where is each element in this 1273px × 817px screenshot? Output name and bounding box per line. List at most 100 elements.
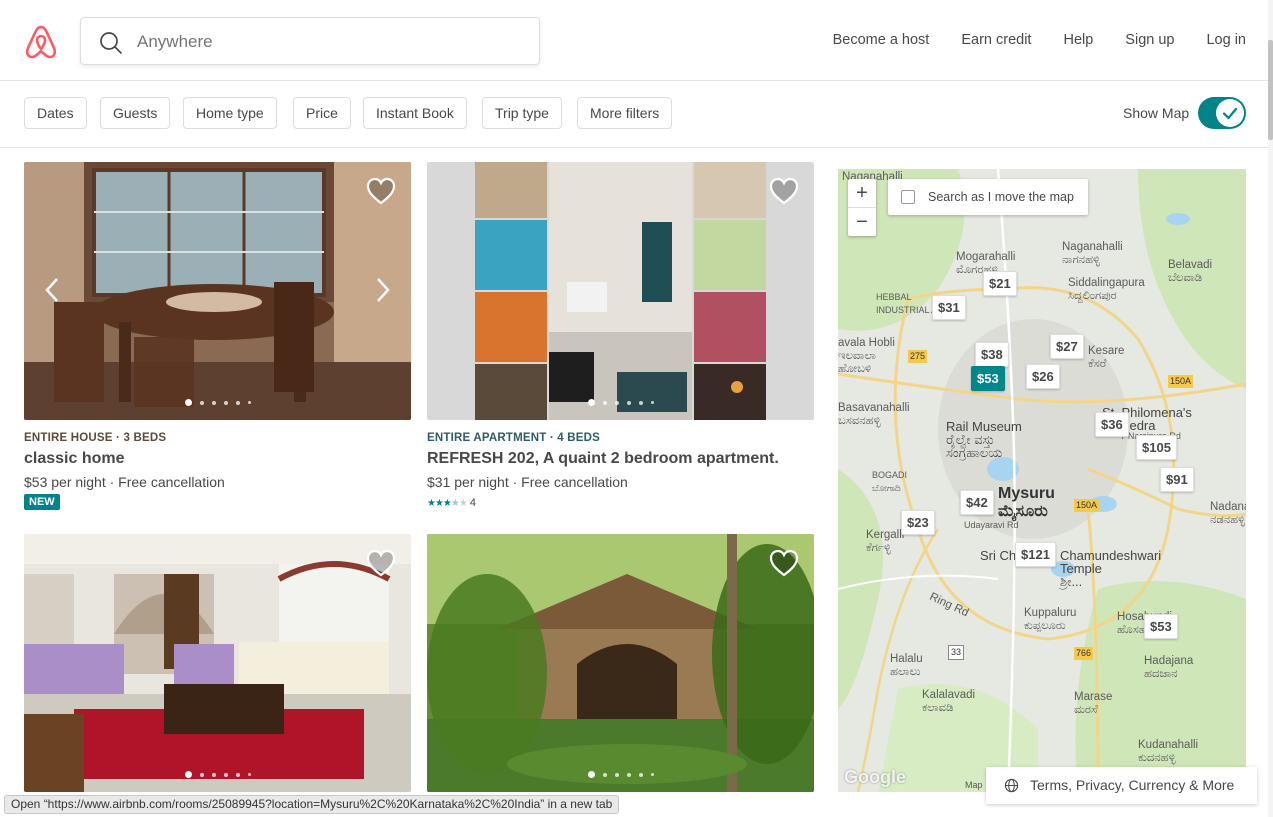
highway-shield: 150A — [1168, 375, 1194, 388]
map-place-label: avala Hobli ಇಲವಾಲಾ ಹೋಬಳಿ — [838, 337, 895, 375]
google-logo: Google — [844, 767, 906, 787]
photo-dot[interactable] — [650, 773, 654, 777]
listing-card[interactable]: ENTIRE VILLA · 3 BEDS — [427, 534, 814, 817]
price-pin[interactable]: $26 — [1026, 364, 1060, 389]
photo-dot[interactable] — [614, 400, 619, 405]
price-pin-selected[interactable]: $53 — [971, 366, 1005, 391]
photo-dot[interactable] — [247, 773, 251, 777]
nav-earn-credit[interactable]: Earn credit — [961, 32, 1031, 48]
map-place-label: Kudanahalli ಕುದನಹಳ್ಳಿ — [1138, 739, 1199, 764]
filter-guests[interactable]: Guests — [100, 97, 171, 129]
photo-dot[interactable] — [587, 399, 595, 407]
photo-dot[interactable] — [626, 772, 631, 777]
price-pin[interactable]: $105 — [1136, 435, 1177, 460]
chevron-right-icon[interactable] — [373, 275, 393, 305]
photo-dot[interactable] — [638, 400, 643, 405]
price-pin[interactable]: $21 — [983, 271, 1017, 296]
map-place-label: Kuppaluru ಕುಪ್ಪಲೂರು — [1024, 607, 1077, 632]
nav-sign-up[interactable]: Sign up — [1125, 32, 1174, 48]
photo-dots — [427, 394, 814, 412]
map-city-label: Mysuru ಮೈಸೂರು — [998, 485, 1055, 520]
photo-dot[interactable] — [235, 400, 240, 405]
price-pin[interactable]: $91 — [1160, 467, 1194, 492]
photo-dot[interactable] — [614, 772, 619, 777]
zoom-in-button[interactable]: + — [848, 179, 876, 207]
filter-dates[interactable]: Dates — [24, 97, 87, 129]
zoom-out-button[interactable]: − — [848, 208, 876, 236]
photo-dot[interactable] — [211, 400, 216, 405]
photo-dot[interactable] — [235, 772, 240, 777]
star-rating-icon: ★★★★★ — [427, 498, 468, 509]
chevron-left-icon[interactable] — [42, 275, 62, 305]
photo-dot[interactable] — [602, 772, 607, 777]
map-place-label: Kergalli ಕೆರ್ಗಳ್ಳಿ — [866, 529, 905, 554]
listing-photo[interactable] — [427, 162, 814, 420]
map-place-label: Marase ಮರಸೆ — [1074, 691, 1113, 716]
listing-photo[interactable] — [24, 162, 411, 420]
listing-card[interactable]: PRIVATE ROOM · 1 BED — [24, 534, 411, 817]
map[interactable]: Naganahalli Naganahalli ನಾಗನಹಳ್ಳಿ Belavad… — [838, 169, 1246, 792]
new-badge: NEW — [24, 494, 60, 510]
heart-icon[interactable] — [365, 548, 397, 578]
heart-icon[interactable] — [365, 176, 397, 206]
price-pin[interactable]: $23 — [901, 510, 935, 535]
photo-dot[interactable] — [247, 401, 251, 405]
photo-dot[interactable] — [650, 401, 654, 405]
heart-icon[interactable] — [768, 176, 800, 206]
checkmark-icon — [1222, 107, 1238, 120]
listing-kicker: ENTIRE HOUSE · 3 BEDS — [24, 432, 167, 444]
listing-photo-image — [427, 534, 814, 792]
filter-price[interactable]: Price — [293, 97, 351, 129]
filter-trip-type[interactable]: Trip type — [482, 97, 562, 129]
search-as-move-checkbox[interactable] — [901, 190, 915, 204]
price-pin[interactable]: $31 — [932, 295, 966, 320]
photo-dot[interactable] — [626, 400, 631, 405]
listing-photo[interactable] — [24, 534, 411, 792]
listing-photo-image — [427, 162, 814, 420]
listing-photo[interactable] — [427, 534, 814, 792]
map-place-label: Kesare ಕೆಸರೆ — [1088, 345, 1125, 370]
globe-icon — [1004, 778, 1019, 793]
photo-dot[interactable] — [638, 772, 643, 777]
listing-title[interactable]: classic home — [24, 450, 125, 468]
nav-become-host[interactable]: Become a host — [833, 32, 930, 48]
search-box[interactable] — [80, 17, 540, 65]
filter-more-filters[interactable]: More filters — [577, 97, 673, 129]
highway-shield: 150A — [1074, 499, 1100, 512]
photo-dot[interactable] — [184, 771, 192, 779]
map-place-label: Rail Museum ರೈಲ್ವೇ ವಸ್ತು ಸಂಗ್ರಹಾಲಯ — [946, 419, 1022, 460]
photo-dot[interactable] — [223, 400, 228, 405]
price-pin[interactable]: $42 — [960, 490, 994, 515]
listing-title[interactable]: REFRESH 202, A quaint 2 bedroom apartmen… — [427, 450, 779, 468]
price-pin[interactable]: $38 — [975, 342, 1009, 367]
show-map-toggle[interactable] — [1198, 97, 1246, 129]
nav-log-in[interactable]: Log in — [1206, 32, 1246, 48]
search-as-move-control[interactable]: Search as I move the map — [888, 179, 1088, 215]
price-pin[interactable]: $36 — [1095, 412, 1129, 437]
nav-help[interactable]: Help — [1063, 32, 1093, 48]
price-pin[interactable]: $53 — [1144, 614, 1178, 639]
heart-icon[interactable] — [768, 548, 800, 578]
scrollbar-thumb[interactable] — [1268, 40, 1273, 140]
photo-dot[interactable] — [199, 400, 204, 405]
price-pin[interactable]: $27 — [1050, 334, 1084, 359]
price-pin[interactable]: $121 — [1015, 542, 1056, 567]
search-input[interactable] — [137, 28, 517, 56]
highway-shield: 766 — [1074, 647, 1094, 660]
photo-dot[interactable] — [602, 400, 607, 405]
photo-dot[interactable] — [223, 772, 228, 777]
airbnb-logo-icon[interactable] — [24, 24, 58, 60]
photo-dot[interactable] — [587, 771, 595, 779]
filter-instant-book[interactable]: Instant Book — [363, 97, 467, 129]
photo-dot[interactable] — [199, 772, 204, 777]
map-data-label[interactable]: Map — [965, 780, 983, 790]
listing-card[interactable]: ENTIRE HOUSE · 3 BEDS classic home $53 p… — [24, 162, 411, 518]
listing-card[interactable]: ENTIRE APARTMENT · 4 BEDS REFRESH 202, A… — [427, 162, 814, 518]
status-bar: Open “https://www.airbnb.com/rooms/25089… — [4, 795, 620, 814]
photo-dot[interactable] — [184, 399, 192, 407]
terms-button[interactable]: Terms, Privacy, Currency & More — [986, 767, 1257, 804]
photo-dot[interactable] — [211, 772, 216, 777]
filter-home-type[interactable]: Home type — [183, 97, 277, 129]
listing-rating: ★★★★★ 4 — [427, 497, 476, 509]
scrollbar[interactable] — [1268, 0, 1273, 817]
